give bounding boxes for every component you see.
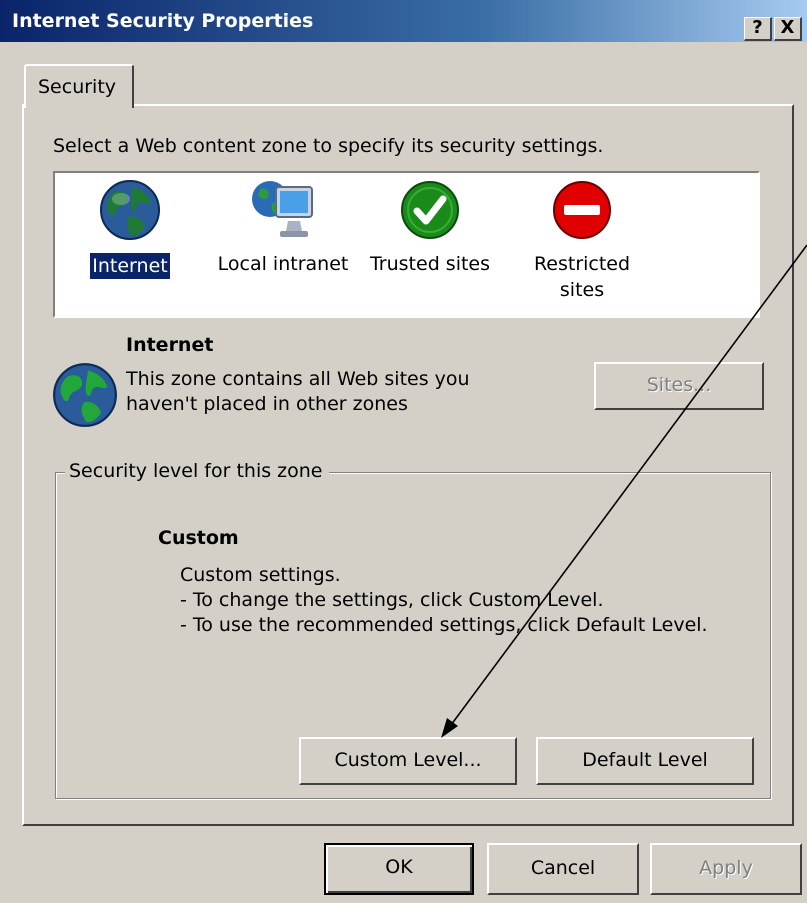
close-button[interactable]: X <box>774 17 802 41</box>
sites-button[interactable]: Sites... <box>594 362 764 410</box>
help-icon: ? <box>752 17 763 38</box>
selected-zone-desc-line1: This zone contains all Web sites you <box>126 368 470 390</box>
sites-button-label: Sites... <box>646 374 712 396</box>
cancel-button-label: Cancel <box>530 857 596 879</box>
properties-dialog: Internet Security Properties ? X Securit… <box>0 0 807 903</box>
close-icon: X <box>780 17 795 38</box>
zone-label-local-intranet: Local intranet <box>217 253 349 275</box>
default-level-button-label: Default Level <box>582 749 708 771</box>
ok-button-label: OK <box>385 856 413 878</box>
security-level-line1: Custom settings. <box>180 564 341 586</box>
selected-zone-title: Internet <box>126 334 214 356</box>
tab-security[interactable]: Security <box>24 64 134 108</box>
security-level-line2: - To change the settings, click Custom L… <box>180 589 604 611</box>
checkmark-icon <box>401 181 459 239</box>
zone-item-local-intranet[interactable]: Local intranet <box>213 177 353 277</box>
window-title: Internet Security Properties <box>12 10 314 32</box>
apply-button-label: Apply <box>699 857 753 879</box>
security-level-group-label: Security level for this zone <box>65 460 329 482</box>
cancel-button[interactable]: Cancel <box>487 843 639 895</box>
zone-item-restricted-sites[interactable]: Restricted sites <box>517 179 647 303</box>
custom-level-button[interactable]: Custom Level... <box>299 737 517 785</box>
instruction-text: Select a Web content zone to specify its… <box>53 135 604 157</box>
default-level-button[interactable]: Default Level <box>536 737 754 785</box>
ok-button[interactable]: OK <box>324 843 474 895</box>
tab-security-label: Security <box>38 76 117 98</box>
globe-icon <box>100 180 160 240</box>
no-entry-icon <box>553 181 611 239</box>
help-button[interactable]: ? <box>744 17 772 41</box>
zone-item-internet[interactable]: Internet <box>75 179 185 280</box>
zone-label-internet: Internet <box>89 252 171 280</box>
zone-label-trusted-sites: Trusted sites <box>369 253 491 275</box>
selected-zone-desc-line2: haven't placed in other zones <box>126 393 408 415</box>
zone-item-trusted-sites[interactable]: Trusted sites <box>365 179 495 277</box>
apply-button[interactable]: Apply <box>650 843 802 895</box>
zone-label-restricted: Restricted <box>533 253 631 275</box>
selected-zone-globe-icon <box>53 363 117 427</box>
security-level-line3: - To use the recommended settings, click… <box>180 614 708 636</box>
intranet-computer-icon <box>252 181 313 237</box>
custom-level-button-label: Custom Level... <box>334 749 482 771</box>
security-level-name: Custom <box>158 527 239 549</box>
title-bar[interactable]: Internet Security Properties ? X <box>0 0 807 42</box>
zone-label-restricted-sites: sites <box>559 279 605 301</box>
zone-list[interactable]: Internet Local intranet Trusted sites Re… <box>53 171 760 318</box>
